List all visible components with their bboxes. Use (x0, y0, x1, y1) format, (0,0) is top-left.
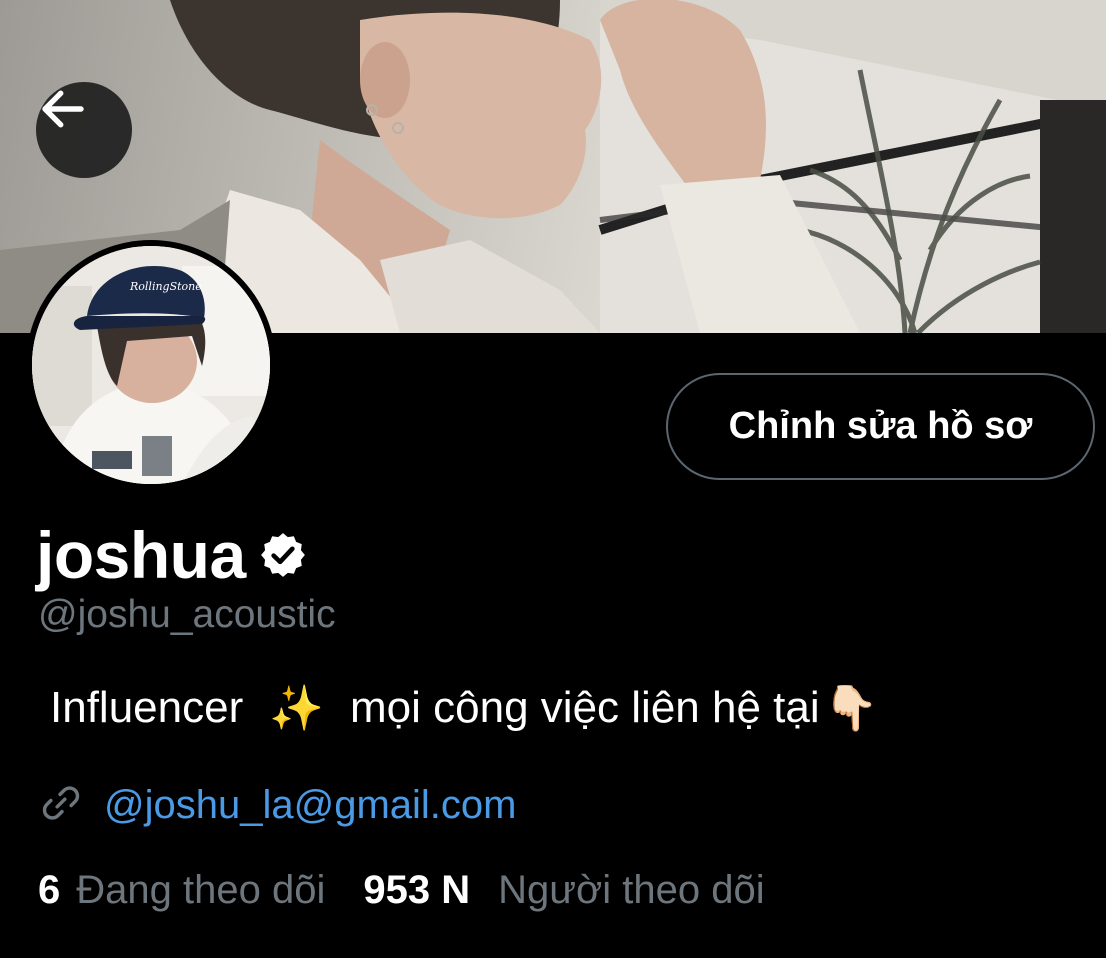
profile-link[interactable]: @joshu_la@gmail.com (38, 780, 516, 831)
verified-badge-icon[interactable] (258, 530, 308, 585)
following-label: Đang theo dõi (76, 868, 326, 912)
followers-label: Người theo dõi (498, 868, 765, 912)
followers-stat[interactable]: 953 N Người theo dõi (363, 868, 764, 913)
following-stat[interactable]: 6 Đang theo dõi (38, 868, 325, 913)
link-text[interactable]: @joshu_la@gmail.com (104, 783, 516, 828)
follow-stats: 6 Đang theo dõi 953 N Người theo dõi (38, 868, 765, 913)
back-button[interactable] (36, 82, 132, 178)
name-row: joshua (36, 510, 308, 600)
arrow-left-icon (42, 90, 84, 128)
bio-text-part2: mọi công việc liên hệ tại (350, 683, 820, 732)
user-handle: @joshu_acoustic (38, 593, 336, 636)
edit-profile-button[interactable]: Chỉnh sửa hồ sơ (666, 373, 1095, 480)
edit-profile-label: Chỉnh sửa hồ sơ (728, 405, 1033, 447)
following-count: 6 (38, 868, 61, 912)
bio-text-part1: Influencer (50, 683, 244, 732)
followers-count: 953 N (363, 868, 471, 912)
avatar-image: RollingStone (32, 246, 270, 484)
link-icon (38, 780, 84, 831)
profile-bio: Influencer ✨ mọi công việc liên hệ tại 👇… (50, 682, 878, 734)
sparkles-icon: ✨ (269, 684, 325, 733)
display-name: joshua (36, 518, 246, 592)
pointing-down-icon: 👇🏻 (823, 684, 879, 733)
profile-page: RollingStone Chỉnh sửa hồ sơ joshua @jos… (0, 0, 1106, 958)
svg-text:RollingStone: RollingStone (129, 280, 202, 293)
profile-avatar[interactable]: RollingStone (26, 240, 276, 490)
